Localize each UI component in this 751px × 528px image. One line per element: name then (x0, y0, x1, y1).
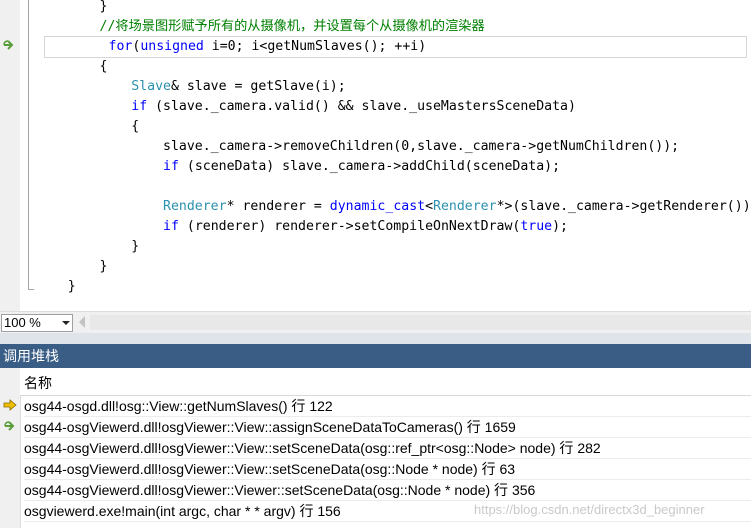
return-point-arrow-icon (3, 40, 14, 50)
code-token: for (108, 39, 133, 54)
code-token: slave._camera->removeChildren(0,slave._c… (36, 139, 680, 154)
callstack-panel: 名称 osg44-osgd.dll!osg::View::getNumSlave… (0, 368, 751, 528)
editor-status-bar: 100 % (0, 311, 751, 334)
code-line[interactable]: for(unsigned i=0; i<getNumSlaves(); ++i) (44, 36, 747, 58)
code-token: if (163, 219, 179, 234)
code-line[interactable]: if (sceneData) slave._camera->addChild(s… (36, 157, 560, 177)
code-token: Slave (131, 79, 171, 94)
code-line[interactable]: } (36, 237, 139, 257)
code-line[interactable]: } (36, 257, 108, 277)
code-token: //将场景图形赋予所有的从摄像机，并设置每个从摄像机的渲染器 (36, 19, 485, 34)
code-token: unsigned (140, 39, 204, 54)
code-line[interactable]: if (slave._camera.valid() && slave._useM… (36, 97, 576, 117)
code-line[interactable]: slave._camera->removeChildren(0,slave._c… (36, 137, 679, 157)
code-line[interactable]: Slave& slave = getSlave(i); (36, 77, 346, 97)
watermark: https://blog.csdn.net/directx3d_beginner (474, 502, 705, 517)
code-token: if (163, 159, 179, 174)
column-header-name[interactable]: 名称 (20, 368, 751, 396)
code-editor[interactable]: } //将场景图形赋予所有的从摄像机，并设置每个从摄像机的渲染器 for(uns… (0, 0, 751, 311)
callstack-row-text: osg44-osgViewerd.dll!osgViewer::View::se… (24, 438, 751, 459)
zoom-value: 100 % (4, 315, 41, 330)
code-line[interactable]: } (36, 0, 108, 17)
code-line[interactable]: Renderer* renderer = dynamic_cast<Render… (36, 197, 751, 217)
callstack-row[interactable]: osg44-osgViewerd.dll!osgViewer::Viewer::… (0, 479, 751, 501)
callstack-row[interactable]: osg44-osgd.dll!osg::View::getNumSlaves()… (0, 395, 751, 417)
code-token: (renderer) renderer->setCompileOnNextDra… (178, 219, 521, 234)
code-token: } (36, 0, 108, 14)
outline-scope-line (28, 0, 29, 290)
code-token: { (36, 59, 108, 74)
callstack-row-text: osg44-osgViewerd.dll!osgViewer::View::as… (24, 417, 751, 438)
callstack-row[interactable]: osg44-osgViewerd.dll!osgViewer::View::se… (0, 437, 751, 459)
code-token: (slave._camera.valid() && slave._useMast… (147, 99, 576, 114)
scroll-left-icon[interactable] (79, 316, 85, 328)
code-token: Renderer (433, 199, 497, 214)
code-line[interactable]: { (36, 117, 139, 137)
code-token: } (36, 259, 108, 274)
code-token: } (36, 239, 140, 254)
callstack-row[interactable]: osg44-osgViewerd.dll!osgViewer::View::as… (0, 416, 751, 438)
outline-scope-end (28, 289, 34, 290)
current-frame-arrow-icon (3, 399, 17, 411)
code-line[interactable]: { (36, 57, 108, 77)
chevron-down-icon[interactable] (62, 321, 70, 325)
code-token: ); (552, 219, 568, 234)
callstack-row-text: osg44-osgViewerd.dll!osgViewer::Viewer::… (24, 480, 751, 501)
code-token: & slave = getSlave(i); (170, 79, 346, 94)
code-line[interactable]: } (36, 277, 76, 297)
code-token: i=0; i<getNumSlaves(); ++i) (203, 39, 427, 54)
code-token: if (131, 99, 148, 114)
column-header-label: 名称 (24, 375, 52, 391)
callstack-title-bar: 调用堆栈 (0, 344, 751, 368)
callstack-row-text: osg44-osgd.dll!osg::View::getNumSlaves()… (24, 396, 751, 417)
code-token: (sceneData) slave._camera->addChild(scen… (178, 159, 561, 174)
code-token: Renderer (163, 199, 227, 214)
horizontal-scrollbar[interactable] (90, 315, 751, 330)
code-token: true (520, 219, 553, 234)
code-line[interactable]: if (renderer) renderer->setCompileOnNext… (36, 217, 568, 237)
code-line[interactable]: //将场景图形赋予所有的从摄像机，并设置每个从摄像机的渲染器 (36, 17, 485, 37)
code-token: < (425, 199, 434, 214)
callstack-row[interactable]: osg44-osgViewerd.dll!osgViewer::View::se… (0, 458, 751, 480)
editor-gutter (0, 0, 21, 311)
callstack-title: 调用堆栈 (3, 348, 59, 364)
code-token: dynamic_cast (329, 199, 426, 214)
code-token: { (36, 119, 140, 134)
outline-margin (20, 0, 36, 311)
callstack-row-text: osg44-osgViewerd.dll!osgViewer::View::se… (24, 459, 751, 480)
code-token: *>(slave._camera->getRenderer()); (496, 199, 751, 214)
code-token: * renderer = (226, 199, 330, 214)
return-frame-arrow-icon (4, 421, 15, 431)
panel-splitter[interactable] (0, 333, 751, 344)
zoom-dropdown[interactable]: 100 % (1, 314, 73, 332)
code-token: } (36, 279, 76, 294)
